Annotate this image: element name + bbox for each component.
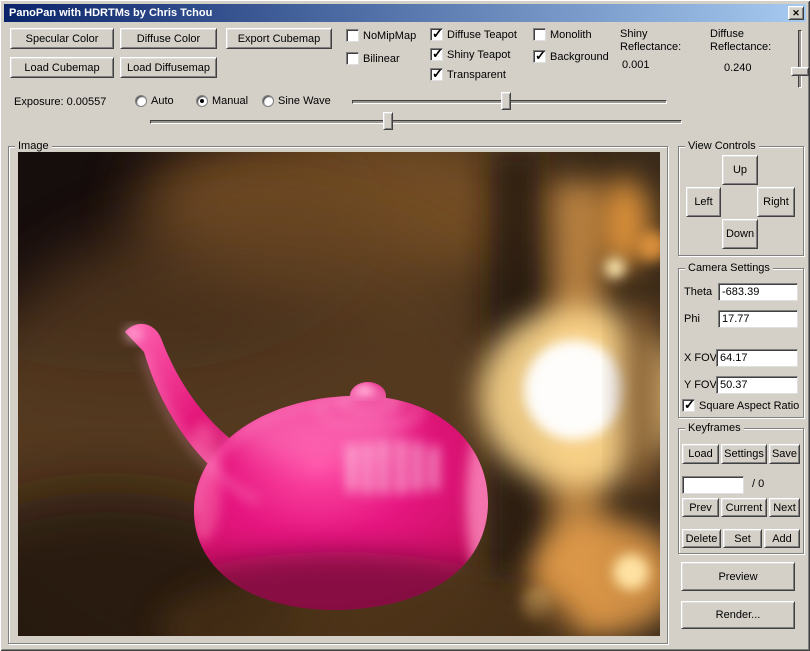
yfov-input[interactable] xyxy=(716,376,798,394)
export-cubemap-button[interactable]: Export Cubemap xyxy=(226,28,332,49)
checkbox-label: Transparent xyxy=(447,69,506,81)
keyframe-count-label: / 0 xyxy=(752,478,764,491)
keyframe-next-button[interactable]: Next xyxy=(769,498,800,517)
xfov-input[interactable] xyxy=(716,349,798,367)
checkbox-box xyxy=(430,48,443,61)
keyframe-load-button[interactable]: Load xyxy=(682,444,719,464)
view-controls-label: View Controls xyxy=(685,140,759,152)
close-icon: ✕ xyxy=(792,8,800,18)
window-title: PanoPan with HDRTMs by Chris Tchou xyxy=(9,7,788,19)
view-down-button[interactable]: Down xyxy=(722,219,758,249)
preview-button[interactable]: Preview xyxy=(681,562,795,591)
pan-slider-track[interactable] xyxy=(150,120,682,124)
diffuse-reflectance-value: 0.240 xyxy=(724,62,752,75)
radio-label: Sine Wave xyxy=(278,95,331,107)
phi-label: Phi xyxy=(684,313,700,326)
radio-sine-wave[interactable]: Sine Wave xyxy=(262,95,331,107)
exposure-slider-thumb[interactable] xyxy=(501,92,511,110)
xfov-label: X FOV xyxy=(684,352,717,365)
keyframe-current-button[interactable]: Current xyxy=(721,498,767,517)
checkbox-monolith[interactable]: Monolith xyxy=(533,28,592,41)
checkbox-box xyxy=(533,28,546,41)
load-cubemap-button[interactable]: Load Cubemap xyxy=(10,57,114,78)
checkbox-label: Bilinear xyxy=(363,53,400,65)
diffuse-reflectance-label: Diffuse Reflectance: xyxy=(710,28,790,54)
keyframe-delete-button[interactable]: Delete xyxy=(682,529,721,548)
view-right-button[interactable]: Right xyxy=(757,187,795,217)
checkbox-box xyxy=(346,52,359,65)
shiny-reflectance-label: Shiny Reflectance: xyxy=(620,28,692,54)
radio-dot xyxy=(262,95,274,107)
checkbox-label: Diffuse Teapot xyxy=(447,29,517,41)
diffuse-reflectance-slider-thumb[interactable] xyxy=(791,67,809,76)
view-up-button[interactable]: Up xyxy=(722,155,758,185)
keyframe-index-input[interactable] xyxy=(682,476,744,494)
checkbox-box xyxy=(430,68,443,81)
checkbox-box xyxy=(533,50,546,63)
checkbox-nomipmap[interactable]: NoMipMap xyxy=(346,29,416,42)
checkbox-box xyxy=(682,399,695,412)
radio-auto[interactable]: Auto xyxy=(135,95,174,107)
keyframe-set-button[interactable]: Set xyxy=(723,529,762,548)
checkbox-label: NoMipMap xyxy=(363,30,416,42)
checkbox-square-aspect[interactable]: Square Aspect Ratio xyxy=(682,399,799,412)
render-button[interactable]: Render... xyxy=(681,601,795,629)
radio-label: Auto xyxy=(151,95,174,107)
keyframes-label: Keyframes xyxy=(685,422,744,434)
theta-label: Theta xyxy=(684,286,712,299)
checkbox-shiny-teapot[interactable]: Shiny Teapot xyxy=(430,48,510,61)
pan-slider-thumb[interactable] xyxy=(383,112,393,130)
radio-dot xyxy=(135,95,147,107)
load-diffusemap-button[interactable]: Load Diffusemap xyxy=(120,57,217,78)
theta-input[interactable] xyxy=(718,283,798,301)
checkbox-transparent[interactable]: Transparent xyxy=(430,68,506,81)
image-group-label: Image xyxy=(15,140,52,152)
keyframe-settings-button[interactable]: Settings xyxy=(721,444,767,464)
radio-manual[interactable]: Manual xyxy=(196,95,248,107)
exposure-label: Exposure: 0.00557 xyxy=(14,96,106,109)
view-left-button[interactable]: Left xyxy=(686,187,721,217)
close-button[interactable]: ✕ xyxy=(788,6,804,20)
radio-dot xyxy=(196,95,208,107)
checkbox-background[interactable]: Background xyxy=(533,50,609,63)
camera-settings-label: Camera Settings xyxy=(685,262,773,274)
specular-color-button[interactable]: Specular Color xyxy=(10,28,114,49)
checkbox-label: Background xyxy=(550,51,609,63)
keyframe-save-button[interactable]: Save xyxy=(769,444,800,464)
titlebar[interactable]: PanoPan with HDRTMs by Chris Tchou ✕ xyxy=(4,4,806,22)
checkbox-box xyxy=(346,29,359,42)
checkbox-bilinear[interactable]: Bilinear xyxy=(346,52,400,65)
checkbox-label: Shiny Teapot xyxy=(447,49,510,61)
app-window: PanoPan with HDRTMs by Chris Tchou ✕ Spe… xyxy=(0,0,810,651)
shiny-reflectance-value: 0.001 xyxy=(622,59,650,72)
render-viewport[interactable] xyxy=(18,152,660,636)
checkbox-diffuse-teapot[interactable]: Diffuse Teapot xyxy=(430,28,517,41)
keyframe-prev-button[interactable]: Prev xyxy=(682,498,719,517)
diffuse-color-button[interactable]: Diffuse Color xyxy=(120,28,217,49)
phi-input[interactable] xyxy=(718,310,798,328)
diffuse-reflectance-slider-track[interactable] xyxy=(798,30,802,88)
yfov-label: Y FOV xyxy=(684,379,717,392)
checkbox-label: Square Aspect Ratio xyxy=(699,400,799,412)
keyframe-add-button[interactable]: Add xyxy=(764,529,800,548)
checkbox-box xyxy=(430,28,443,41)
checkbox-label: Monolith xyxy=(550,29,592,41)
radio-label: Manual xyxy=(212,95,248,107)
